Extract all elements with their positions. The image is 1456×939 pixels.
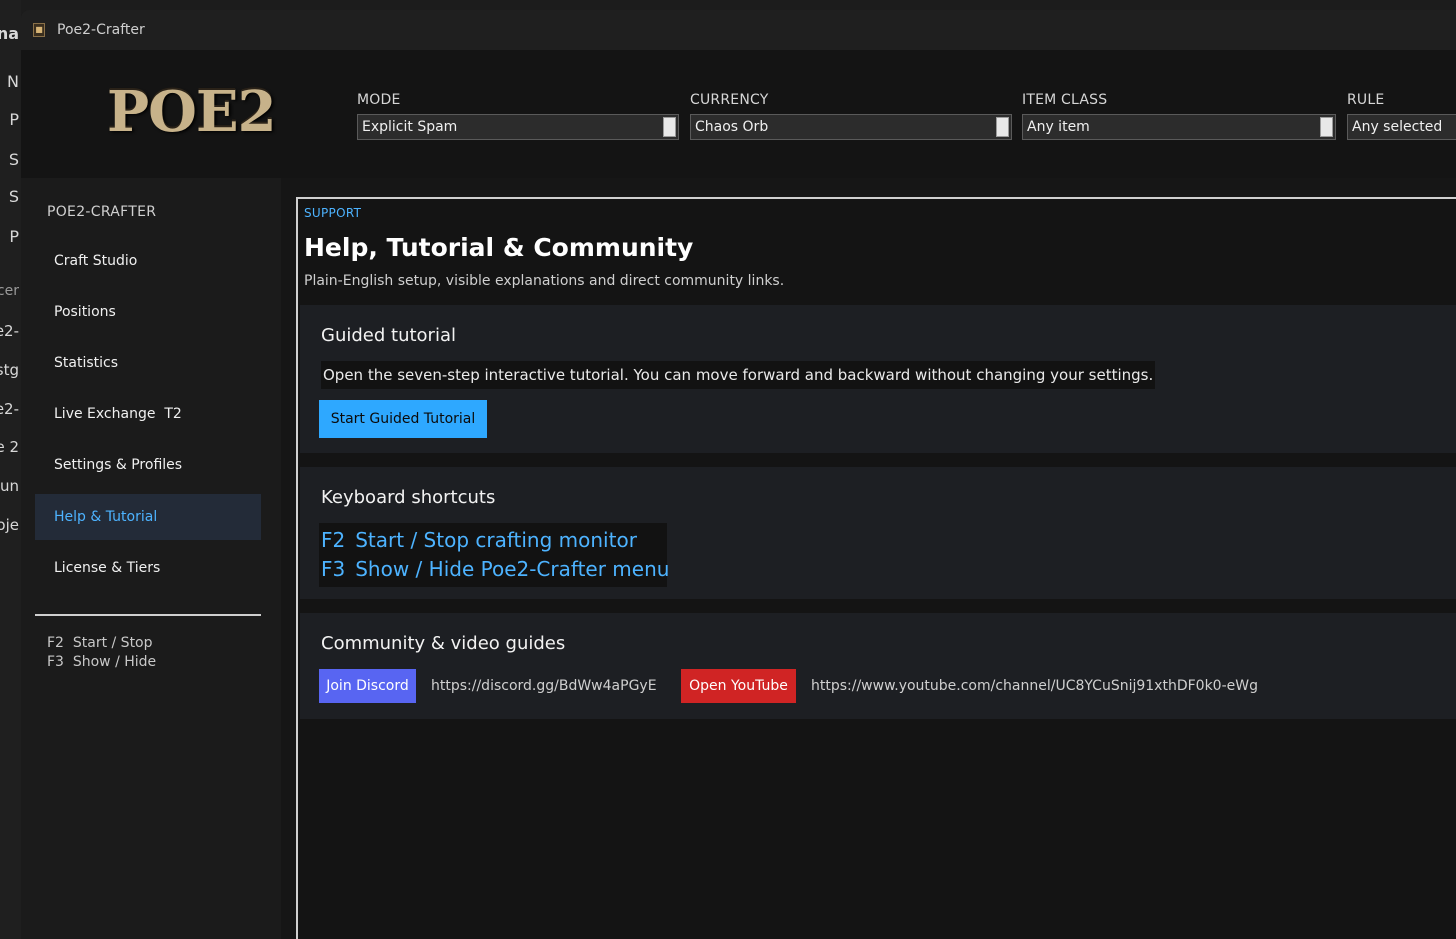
sidebar-item-live-exchange[interactable]: Live Exchange T2 (35, 391, 261, 437)
mode-field: MODE Explicit Spam (357, 92, 679, 140)
background-text: e 2 (0, 438, 19, 456)
item-class-field: ITEM CLASS Any item (1022, 92, 1336, 140)
shortcut-row: F3 Show / Hide Poe2-Crafter menu (321, 555, 669, 584)
background-text: P (9, 227, 19, 246)
page-subtitle: Plain-English setup, visible explanation… (304, 273, 785, 289)
community-card: Community & video guides Join Discord ht… (300, 613, 1456, 719)
dropdown-arrow-icon[interactable] (663, 117, 676, 137)
sidebar: POE2-CRAFTER Craft Studio Positions Stat… (21, 178, 281, 939)
background-text: e2- (0, 322, 19, 340)
sidebar-divider (35, 614, 261, 616)
shortcuts-card: Keyboard shortcuts F2 Start / Stop crafti… (300, 467, 1456, 599)
sidebar-item-craft-studio[interactable]: Craft Studio (35, 238, 261, 284)
background-window: na N P S S P cer e2- stg e2- e 2 un oje (0, 0, 21, 939)
shortcut-action: Show / Hide Poe2-Crafter menu (355, 557, 670, 581)
sidebar-item-settings-profiles[interactable]: Settings & Profiles (35, 442, 261, 488)
top-bar: POE2 MODE Explicit Spam CURRENCY Chaos O… (21, 50, 1456, 178)
sidebar-item-label: Help & Tutorial (54, 509, 158, 525)
background-text: un (0, 477, 19, 495)
shortcut-key: F2 (321, 528, 346, 552)
shortcuts-title: Keyboard shortcuts (321, 487, 496, 508)
title-bar[interactable]: ■ Poe2-Crafter (21, 10, 1456, 50)
sidebar-brand: POE2-CRAFTER (47, 204, 157, 220)
rule-label: RULE (1347, 92, 1385, 108)
main-panel: SUPPORT Help, Tutorial & Community Plain… (296, 197, 1456, 939)
mode-value: Explicit Spam (362, 119, 458, 135)
start-tutorial-button[interactable]: Start Guided Tutorial (319, 400, 487, 438)
sidebar-item-help-tutorial[interactable]: Help & Tutorial (35, 494, 261, 540)
sidebar-item-label: Live Exchange T2 (54, 406, 182, 422)
sidebar-item-label: Settings & Profiles (54, 457, 183, 473)
window-title: Poe2-Crafter (57, 22, 145, 38)
background-text: N (7, 72, 19, 91)
background-text: oje (0, 516, 19, 534)
rule-select[interactable]: Any selected (1347, 114, 1456, 140)
item-class-label: ITEM CLASS (1022, 92, 1108, 108)
background-text: S (8, 150, 19, 169)
shortcut-row: F2 Start / Stop crafting monitor (321, 526, 665, 555)
currency-value: Chaos Orb (695, 119, 769, 135)
sidebar-item-label: Positions (54, 304, 116, 320)
discord-link[interactable]: https://discord.gg/BdWw4aPGyE (431, 669, 657, 703)
background-text: cer (0, 283, 19, 299)
tutorial-description: Open the seven-step interactive tutorial… (321, 361, 1156, 389)
page-title: Help, Tutorial & Community (304, 233, 694, 262)
background-text: S (8, 187, 19, 206)
section-eyebrow: SUPPORT (304, 206, 362, 220)
mode-label: MODE (357, 92, 401, 108)
sidebar-shortcut-f3: F3 Show / Hide (47, 654, 157, 670)
poe2-logo: POE2 (107, 78, 287, 148)
rule-value: Any selected (1352, 119, 1443, 135)
dropdown-arrow-icon[interactable] (996, 117, 1009, 137)
currency-label: CURRENCY (690, 92, 769, 108)
rule-field: RULE Any selected (1347, 92, 1456, 140)
youtube-link[interactable]: https://www.youtube.com/channel/UC8YCuSn… (811, 669, 1258, 703)
dropdown-arrow-icon[interactable] (1320, 117, 1333, 137)
currency-field: CURRENCY Chaos Orb (690, 92, 1012, 140)
background-text: stg (0, 361, 19, 379)
sidebar-shortcut-f2: F2 Start / Stop (47, 635, 153, 651)
open-youtube-button[interactable]: Open YouTube (681, 669, 796, 703)
tutorial-title: Guided tutorial (321, 325, 456, 346)
shortcut-list: F2 Start / Stop crafting monitor F3 Show /… (319, 523, 669, 587)
shortcut-key: F3 (321, 557, 346, 581)
sidebar-item-label: Craft Studio (54, 253, 138, 269)
shortcut-action: Start / Stop crafting monitor (355, 528, 637, 552)
item-class-value: Any item (1027, 119, 1090, 135)
community-title: Community & video guides (321, 633, 566, 654)
mode-select[interactable]: Explicit Spam (357, 114, 679, 140)
join-discord-button[interactable]: Join Discord (319, 669, 416, 703)
sidebar-item-license-tiers[interactable]: License & Tiers (35, 545, 261, 591)
app-icon: ■ (33, 23, 45, 37)
sidebar-item-label: License & Tiers (54, 560, 161, 576)
background-text: e2- (0, 400, 19, 418)
app-window: ■ Poe2-Crafter POE2 MODE Explicit Spam C… (21, 10, 1456, 939)
sidebar-item-positions[interactable]: Positions (35, 289, 261, 335)
currency-select[interactable]: Chaos Orb (690, 114, 1012, 140)
background-text: P (9, 110, 19, 129)
sidebar-item-label: Statistics (54, 355, 118, 371)
background-text: na (0, 24, 19, 43)
tutorial-card: Guided tutorial Open the seven-step inte… (300, 305, 1456, 453)
item-class-select[interactable]: Any item (1022, 114, 1336, 140)
sidebar-item-statistics[interactable]: Statistics (35, 340, 261, 386)
